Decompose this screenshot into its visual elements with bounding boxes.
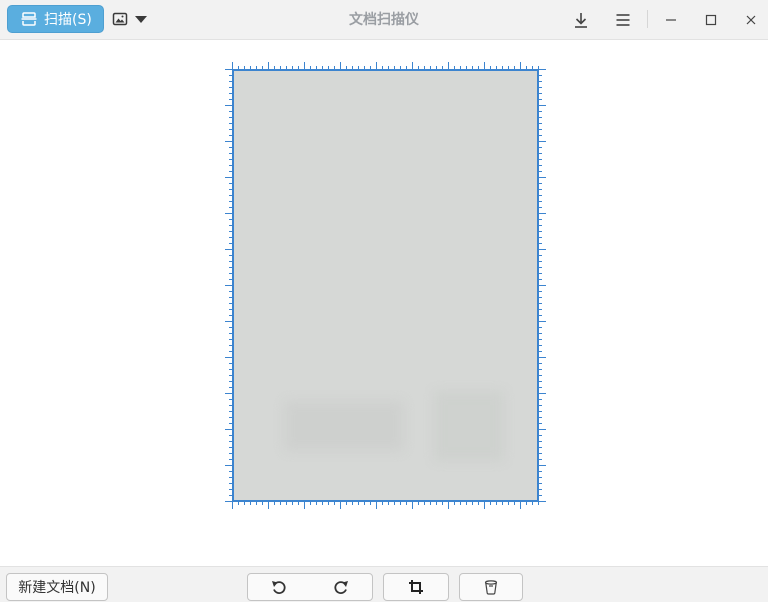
maximize-button[interactable] bbox=[700, 9, 722, 31]
delete-button[interactable] bbox=[459, 573, 523, 601]
chevron-down-icon bbox=[135, 15, 147, 23]
scan-button[interactable]: 扫描(S) bbox=[7, 5, 104, 33]
hamburger-menu-icon bbox=[616, 14, 630, 26]
close-button[interactable] bbox=[740, 9, 762, 31]
rotate-left-icon bbox=[272, 581, 286, 594]
header-divider bbox=[647, 10, 648, 28]
new-document-button[interactable]: 新建文档(N) bbox=[6, 573, 108, 601]
minimize-button[interactable] bbox=[660, 9, 682, 31]
crop-button[interactable] bbox=[383, 573, 449, 601]
bottom-toolbar: 新建文档(N) bbox=[0, 566, 768, 602]
image-menu-button[interactable] bbox=[110, 8, 152, 30]
rotate-right-icon bbox=[334, 581, 348, 594]
image-icon bbox=[112, 11, 128, 27]
scanner-icon bbox=[20, 10, 38, 28]
page-shade bbox=[434, 391, 504, 461]
header-bar: 扫描(S) 文档扫描仪 bbox=[0, 0, 768, 40]
maximize-icon bbox=[705, 14, 717, 26]
download-icon bbox=[575, 13, 587, 28]
crop-icon bbox=[409, 580, 423, 594]
page-shade bbox=[284, 401, 404, 451]
rotate-right-button[interactable] bbox=[310, 574, 372, 600]
trash-icon bbox=[484, 580, 498, 595]
rotate-button-group bbox=[247, 573, 373, 601]
scan-button-label: 扫描(S) bbox=[44, 12, 92, 28]
download-button[interactable] bbox=[570, 9, 592, 31]
main-menu-button[interactable] bbox=[612, 9, 634, 31]
rotate-left-button[interactable] bbox=[248, 574, 310, 600]
scanner-window: 扫描(S) 文档扫描仪 新建文档(N) bbox=[0, 0, 768, 602]
scanned-page-preview[interactable] bbox=[232, 69, 539, 502]
close-icon bbox=[746, 15, 756, 25]
preview-area bbox=[0, 41, 768, 565]
minimize-icon bbox=[666, 19, 676, 21]
